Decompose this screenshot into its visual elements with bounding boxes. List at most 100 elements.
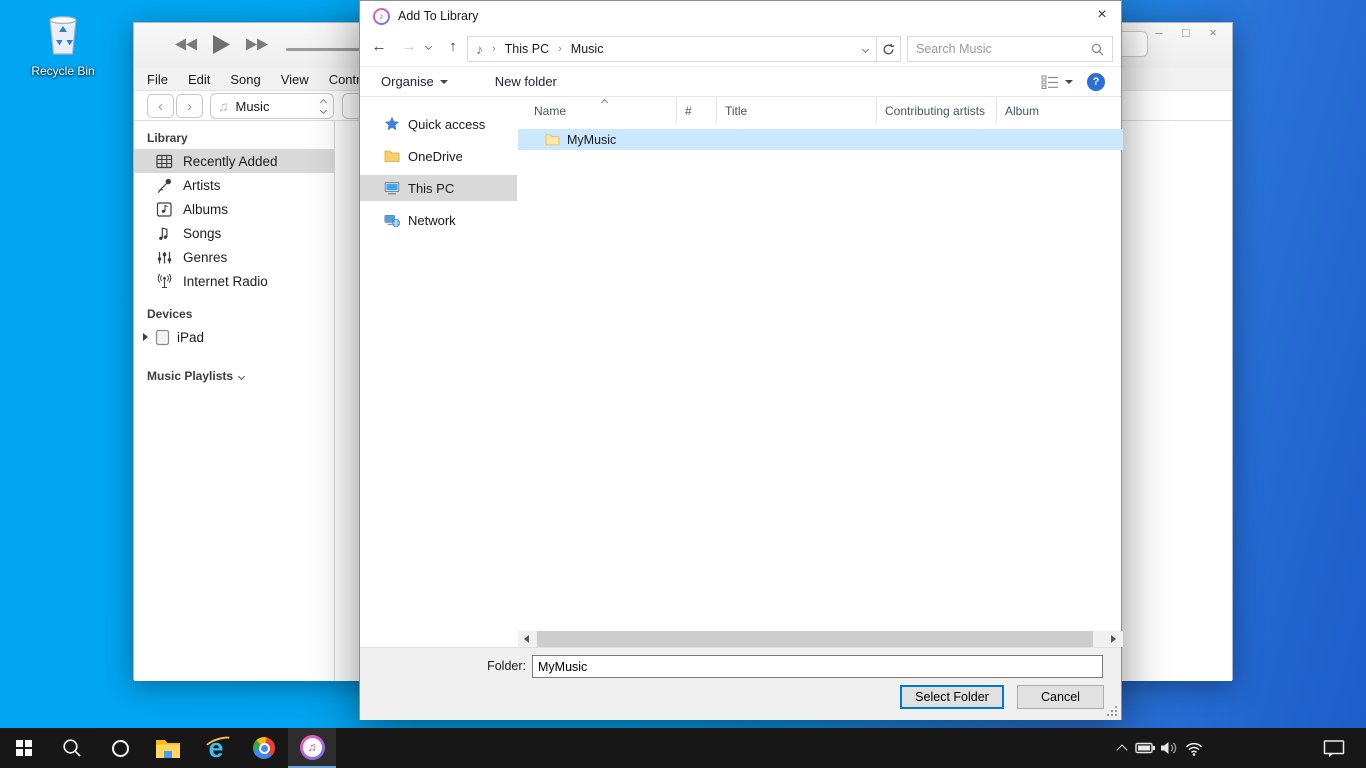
chrome-button[interactable]	[240, 728, 288, 768]
breadcrumb-music[interactable]: Music	[571, 42, 604, 56]
music-note-icon: ♫	[218, 98, 229, 114]
search-icon	[1091, 43, 1104, 56]
menu-file[interactable]: File	[147, 72, 178, 87]
speaker-icon	[1159, 739, 1179, 757]
media-picker[interactable]: ♫ Music	[210, 93, 334, 119]
sidebar-item-songs[interactable]: Songs	[134, 221, 334, 245]
help-button[interactable]: ?	[1087, 73, 1105, 91]
breadcrumb-separator: ›	[492, 43, 496, 55]
recent-locations-chevron-icon[interactable]	[425, 43, 432, 50]
recycle-bin-shortcut[interactable]: Recycle Bin	[22, 12, 104, 78]
nav-item-quick-access[interactable]: Quick access	[360, 111, 517, 137]
itunes-back-button[interactable]: ‹	[147, 94, 174, 118]
itunes-sidebar: Library Recently Added Artists	[134, 121, 335, 681]
cancel-button[interactable]: Cancel	[1017, 685, 1104, 709]
genres-icon	[156, 249, 173, 266]
recycle-bin-icon	[42, 12, 84, 58]
column-header-title[interactable]: Title	[717, 97, 877, 123]
menu-edit[interactable]: Edit	[178, 72, 220, 87]
volume-tray-icon[interactable]	[1158, 728, 1180, 768]
battery-icon	[1135, 739, 1156, 757]
folder-icon	[545, 133, 560, 146]
details-view-icon	[1041, 75, 1059, 89]
column-header-contributing-artists[interactable]: Contributing artists	[877, 97, 997, 123]
nav-item-this-pc[interactable]: This PC	[360, 175, 517, 201]
dialog-left-pane: Quick access OneDrive This PC	[360, 97, 517, 631]
cortana-button[interactable]	[96, 728, 144, 768]
search-box[interactable]	[907, 36, 1113, 62]
star-icon	[384, 116, 400, 132]
scroll-left-button[interactable]	[518, 631, 535, 647]
file-list: Name # Title Contributing artists Album	[518, 97, 1123, 631]
view-mode-button[interactable]	[1041, 75, 1073, 89]
sidebar-item-ipad[interactable]: iPad	[134, 325, 334, 349]
network-tray-icon[interactable]	[1182, 728, 1206, 768]
media-picker-value: Music	[236, 99, 315, 114]
menu-view[interactable]: View	[271, 72, 319, 87]
taskbar-search-button[interactable]	[48, 728, 96, 768]
column-header-name[interactable]: Name	[518, 97, 677, 123]
play-icon[interactable]	[212, 34, 231, 55]
horizontal-scrollbar[interactable]	[518, 631, 1123, 647]
search-input[interactable]	[916, 42, 1091, 56]
folder-label: Folder:	[360, 659, 526, 673]
back-button[interactable]: ←	[368, 38, 390, 55]
up-button[interactable]: ↑	[442, 38, 464, 55]
internet-explorer-button[interactable]: e	[192, 728, 240, 768]
dialog-close-button[interactable]: ×	[1089, 1, 1115, 29]
scrollbar-thumb[interactable]	[537, 631, 1093, 647]
chevron-up-icon	[1116, 744, 1127, 755]
column-header-album[interactable]: Album	[997, 97, 1123, 123]
library-header: Library	[147, 131, 334, 145]
address-dropdown-chevron-icon[interactable]	[862, 45, 869, 52]
nav-item-network[interactable]: Network	[360, 207, 517, 233]
music-folder-icon: ♪	[476, 41, 483, 57]
menu-song[interactable]: Song	[220, 72, 270, 87]
close-button[interactable]: ×	[1206, 25, 1220, 40]
battery-tray-icon[interactable]	[1134, 728, 1156, 768]
show-hidden-icons-button[interactable]	[1112, 728, 1132, 768]
action-center-button[interactable]	[1320, 728, 1348, 768]
select-folder-button[interactable]: Select Folder	[900, 685, 1004, 709]
nav-item-onedrive[interactable]: OneDrive	[360, 143, 517, 169]
itunes-dialog-icon: ♪	[373, 8, 390, 25]
sidebar-item-recently-added[interactable]: Recently Added	[134, 149, 334, 173]
dialog-toolbar: Organise New folder ?	[360, 67, 1121, 97]
file-row-mymusic[interactable]: MyMusic	[518, 129, 1123, 150]
add-to-library-dialog: ♪ Add To Library × ← → ↑ ♪ › This PC › M…	[359, 0, 1122, 720]
album-icon	[156, 201, 173, 218]
sidebar-item-genres[interactable]: Genres	[134, 245, 334, 269]
maximize-button[interactable]: □	[1179, 25, 1193, 40]
column-header-number[interactable]: #	[677, 97, 717, 123]
organise-button[interactable]: Organise	[381, 74, 448, 89]
refresh-button[interactable]	[876, 36, 901, 62]
itunes-taskbar-button[interactable]: ♫	[288, 728, 336, 768]
chevron-updown-icon	[321, 100, 326, 113]
onedrive-folder-icon	[384, 148, 400, 164]
refresh-icon	[882, 43, 895, 56]
grid-icon	[156, 153, 173, 170]
new-folder-button[interactable]: New folder	[495, 74, 557, 89]
music-playlists-header[interactable]: Music Playlists	[147, 369, 334, 383]
breadcrumb-this-pc[interactable]: This PC	[505, 42, 549, 56]
sidebar-item-artists[interactable]: Artists	[134, 173, 334, 197]
resize-grip[interactable]	[1107, 706, 1117, 716]
file-explorer-button[interactable]	[144, 728, 192, 768]
fast-forward-icon[interactable]	[245, 37, 269, 52]
desktop: Recycle Bin – □ × File Edit So	[0, 0, 1366, 768]
itunes-forward-button[interactable]: ›	[176, 94, 203, 118]
sidebar-item-albums[interactable]: Albums	[134, 197, 334, 221]
folder-name-input[interactable]	[532, 655, 1103, 678]
this-pc-icon	[384, 180, 400, 196]
start-button[interactable]	[0, 728, 48, 768]
expander-icon[interactable]	[143, 333, 148, 341]
internet-explorer-icon: e	[208, 735, 223, 762]
dialog-footer: Folder: Select Folder Cancel	[360, 647, 1121, 720]
scroll-right-button[interactable]	[1105, 631, 1122, 647]
microphone-icon	[156, 177, 173, 194]
sidebar-item-internet-radio[interactable]: Internet Radio	[134, 269, 334, 293]
rewind-icon[interactable]	[174, 37, 198, 52]
address-bar[interactable]: ♪ › This PC › Music	[467, 36, 877, 62]
minimize-button[interactable]: –	[1152, 25, 1166, 40]
action-center-icon	[1323, 739, 1345, 758]
